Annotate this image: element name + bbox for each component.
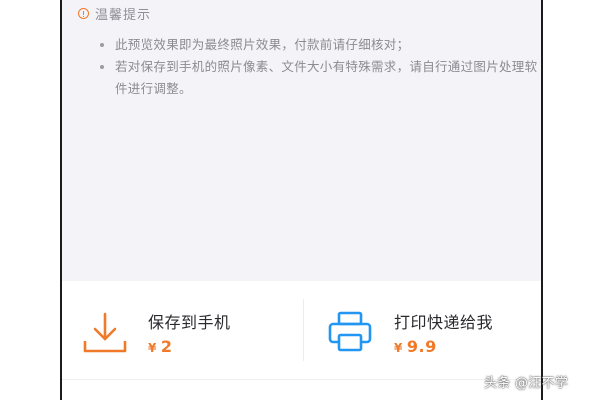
save-to-phone-price: ¥2 — [148, 337, 173, 356]
price-value: 2 — [160, 337, 173, 356]
delivery-options: 保存到手机 ¥2 打印快递给我 ¥9.9 — [62, 281, 541, 400]
watermark: 头条 @汪不学 — [484, 376, 569, 391]
notice-panel: 温馨提示 此预览效果即为最终照片效果，付款前请仔细核对； 若对保存到手机的照片像… — [62, 0, 541, 281]
print-delivery-price: ¥9.9 — [394, 337, 437, 356]
currency-symbol: ¥ — [148, 341, 157, 355]
notice-tip: 若对保存到手机的照片像素、文件大小有特殊需求，请自行通过图片处理软件进行调整。 — [98, 56, 538, 100]
save-to-phone-label: 保存到手机 — [148, 313, 231, 332]
warning-icon — [78, 8, 89, 19]
notice-tip: 此预览效果即为最终照片效果，付款前请仔细核对； — [98, 34, 538, 56]
printer-icon — [328, 311, 372, 357]
currency-symbol: ¥ — [394, 341, 403, 355]
print-delivery-label: 打印快递给我 — [394, 313, 494, 332]
notice-tips: 此预览效果即为最终照片效果，付款前请仔细核对； 若对保存到手机的照片像素、文件大… — [98, 34, 538, 100]
notice-title: 温馨提示 — [95, 8, 152, 23]
bottom-divider — [62, 379, 541, 380]
download-icon — [82, 311, 128, 359]
price-value: 9.9 — [406, 337, 437, 356]
save-to-phone-option[interactable]: 保存到手机 ¥2 — [62, 281, 304, 400]
phone-screen: 温馨提示 此预览效果即为最终照片效果，付款前请仔细核对； 若对保存到手机的照片像… — [60, 0, 543, 400]
notice-header: 温馨提示 — [78, 4, 151, 23]
